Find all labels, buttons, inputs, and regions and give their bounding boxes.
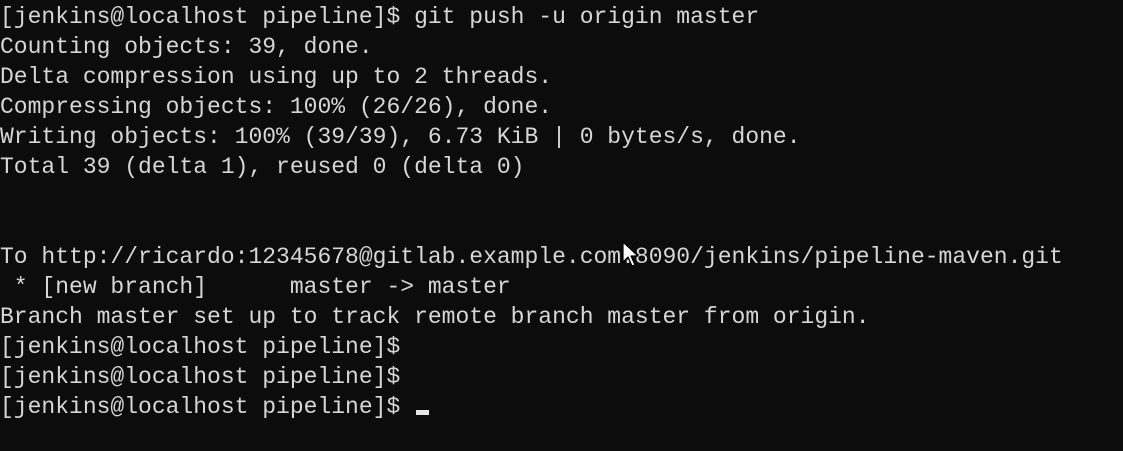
active-prompt-text: [jenkins@localhost pipeline]$ [0,394,415,420]
terminal-line-prompt: [jenkins@localhost pipeline]$ [0,334,401,360]
terminal-window[interactable]: [jenkins@localhost pipeline]$ git push -… [0,0,1123,451]
terminal-line-output: Compressing objects: 100% (26/26), done. [0,94,553,120]
mouse-pointer-icon [622,241,639,267]
terminal-line-prompt: [jenkins@localhost pipeline]$ [0,364,401,390]
terminal-line-active-prompt[interactable]: [jenkins@localhost pipeline]$ [0,392,1123,422]
terminal-line-output: Branch master set up to track remote bra… [0,304,870,330]
terminal-line-output: Writing objects: 100% (39/39), 6.73 KiB … [0,124,801,150]
terminal-line-command: [jenkins@localhost pipeline]$ git push -… [0,4,760,30]
terminal-line-output: Total 39 (delta 1), reused 0 (delta 0) [0,154,525,180]
terminal-line-output: Delta compression using up to 2 threads. [0,64,553,90]
text-cursor [416,410,430,415]
terminal-line-output: * [new branch] master -> master [0,274,511,300]
terminal-line-output: Counting objects: 39, done. [0,34,373,60]
terminal-line-output: To http://ricardo:12345678@gitlab.exampl… [0,244,1063,270]
